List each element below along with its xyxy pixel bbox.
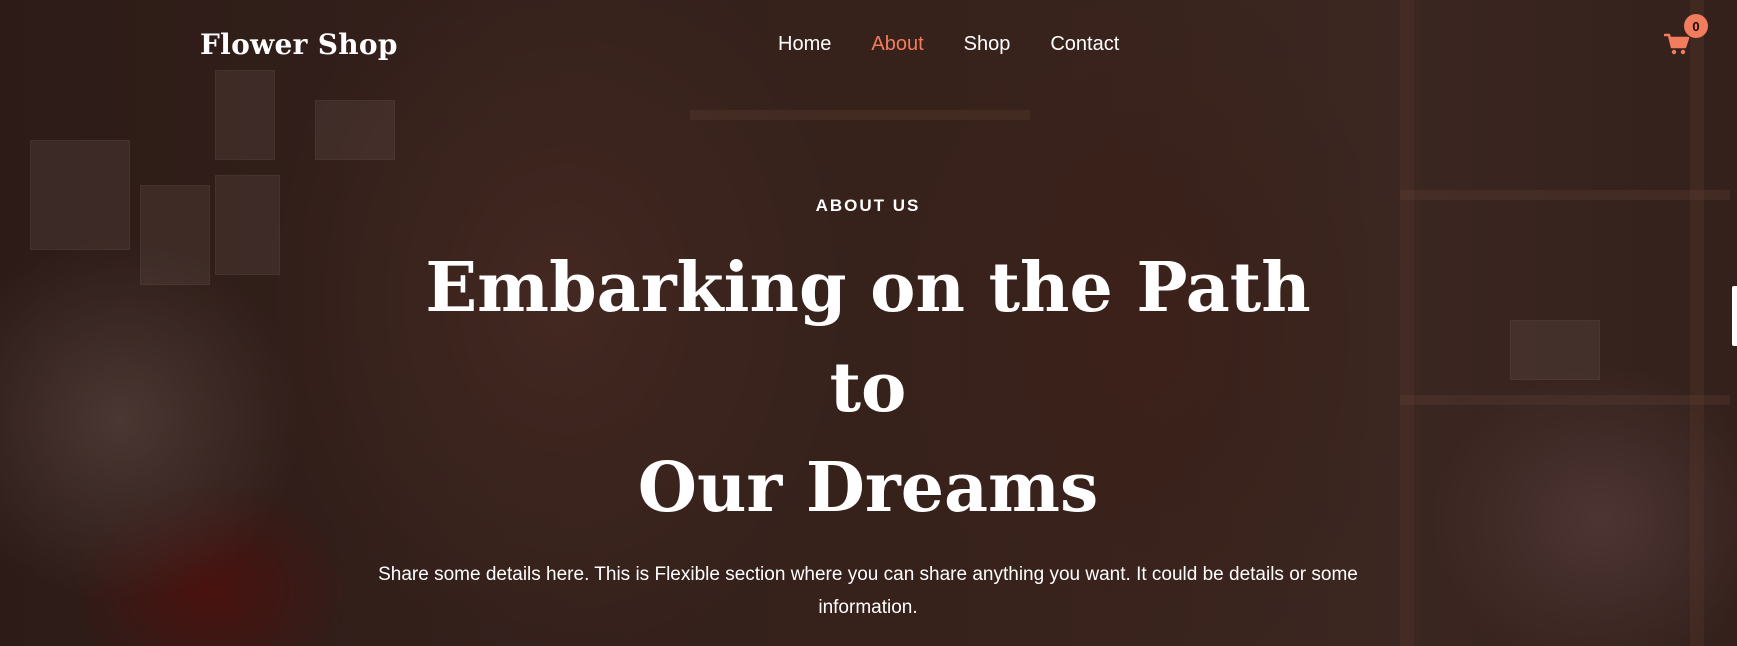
nav-home[interactable]: Home — [778, 33, 831, 56]
hero-title: Embarking on the Path to Our Dreams — [418, 238, 1318, 538]
site-header: Flower Shop Home About Shop Contact 0 — [0, 0, 1737, 92]
cart-button[interactable]: 0 — [1660, 14, 1708, 58]
hero-title-line-1: Embarking on the Path to — [425, 248, 1311, 428]
side-edge-tab[interactable] — [1732, 286, 1737, 346]
nav-contact[interactable]: Contact — [1050, 33, 1119, 56]
hero-content: ABOUT US Embarking on the Path to Our Dr… — [378, 196, 1358, 624]
main-nav: Home About Shop Contact — [778, 33, 1119, 56]
site-logo[interactable]: Flower Shop — [200, 28, 398, 61]
cart-icon — [1664, 33, 1690, 55]
nav-shop[interactable]: Shop — [964, 33, 1011, 56]
nav-about[interactable]: About — [871, 33, 923, 56]
hero-description: Share some details here. This is Flexibl… — [378, 564, 1358, 618]
cart-count-badge: 0 — [1684, 14, 1708, 38]
hero-title-line-2: Our Dreams — [637, 448, 1099, 528]
section-eyebrow: ABOUT US — [815, 196, 921, 215]
